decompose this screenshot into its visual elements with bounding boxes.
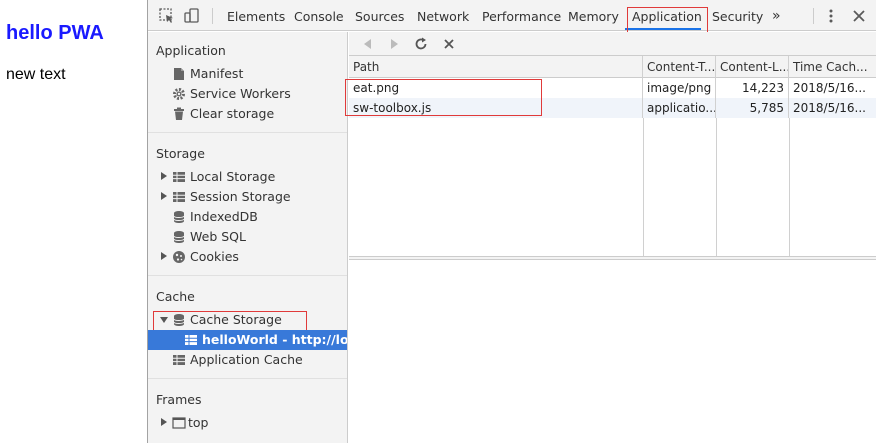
sidebar-item-label: Local Storage <box>190 169 276 184</box>
sidebar-item-label: Web SQL <box>190 229 246 244</box>
more-tabs-button[interactable]: » <box>772 0 781 31</box>
cell-content-length: 14,223 <box>716 78 789 98</box>
sidebar-item-label: Cookies <box>190 249 239 264</box>
sidebar-item-label: Service Workers <box>190 86 291 101</box>
sidebar-item-label: Manifest <box>190 66 244 81</box>
cached-files-annotation <box>345 79 542 116</box>
section-divider <box>148 378 347 379</box>
page-paragraph: new text <box>6 66 66 83</box>
devtools-panel: Elements Console Sources Network Perform… <box>147 0 876 443</box>
cell-content-length: 5,785 <box>716 98 789 118</box>
sidebar-item-service-workers[interactable]: Service Workers <box>148 84 347 104</box>
table-icon <box>184 333 198 347</box>
sidebar-item-label: IndexedDB <box>190 209 258 224</box>
expand-arrow-icon[interactable] <box>161 252 167 260</box>
application-tab-annotation <box>627 7 708 33</box>
sidebar-item-cookies[interactable]: Cookies <box>148 247 347 267</box>
expand-arrow-icon[interactable] <box>161 192 167 200</box>
expand-arrow-icon[interactable] <box>161 418 167 426</box>
sidebar-item-web-sql[interactable]: Web SQL <box>148 227 347 247</box>
sidebar-item-label: Session Storage <box>190 189 291 204</box>
cell-content-type: image/png <box>643 78 716 98</box>
delete-icon[interactable] <box>440 35 458 53</box>
device-toolbar-icon[interactable] <box>183 7 201 25</box>
section-title-storage: Storage <box>156 146 205 161</box>
cell-time-cached: 2018/5/16... <box>793 81 866 95</box>
sidebar-item-label: Application Cache <box>190 352 303 367</box>
entry-preview-pane <box>349 260 876 443</box>
refresh-icon[interactable] <box>412 35 430 53</box>
section-title-application: Application <box>156 43 226 58</box>
tab-security[interactable]: Security <box>712 0 763 31</box>
sidebar-item-local-storage[interactable]: Local Storage <box>148 167 347 187</box>
cache-entries-table: Path Content-T... Content-L... Time Cach… <box>345 56 876 312</box>
sidebar-item-label: Clear storage <box>190 106 275 121</box>
tab-memory[interactable]: Memory <box>568 0 619 31</box>
file-icon <box>172 67 186 81</box>
tab-sources[interactable]: Sources <box>355 0 404 31</box>
sidebar-item-session-storage[interactable]: Session Storage <box>148 187 347 207</box>
expand-arrow-icon[interactable] <box>161 172 167 180</box>
column-header-content-length[interactable]: Content-L... <box>716 56 789 78</box>
page-heading: hello PWA <box>6 22 104 44</box>
sidebar-item-clear-storage[interactable]: Clear storage <box>148 104 347 124</box>
table-header: Path Content-T... Content-L... Time Cach… <box>349 56 876 78</box>
customize-menu-icon[interactable] <box>822 7 840 25</box>
page-viewport: hello PWA new text <box>0 0 147 443</box>
column-header-time-cached[interactable]: Time Cach... <box>789 56 876 78</box>
sidebar-item-indexeddb[interactable]: IndexedDB <box>148 207 347 227</box>
table-icon <box>172 353 186 367</box>
cookie-icon <box>172 250 186 264</box>
section-title-cache: Cache <box>156 289 195 304</box>
cell-time-cached: 2018/5/16... <box>793 101 866 115</box>
tabbar-separator <box>212 8 213 24</box>
section-divider <box>148 275 347 276</box>
section-divider <box>148 132 347 133</box>
tab-console[interactable]: Console <box>294 0 344 31</box>
section-title-frames: Frames <box>156 392 202 407</box>
tab-performance[interactable]: Performance <box>482 0 561 31</box>
sidebar-item-application-cache[interactable]: Application Cache <box>148 350 347 370</box>
devtools-tabbar: Elements Console Sources Network Perform… <box>148 0 876 33</box>
sidebar-item-helloworld-cache[interactable]: helloWorld - http://localhost <box>148 330 347 350</box>
database-icon <box>172 230 186 244</box>
inspect-element-icon[interactable] <box>158 7 176 25</box>
column-header-path[interactable]: Path <box>349 56 643 78</box>
close-devtools-icon[interactable] <box>850 7 868 25</box>
application-sidebar: Application Manifest Service Workers Cle… <box>148 32 348 443</box>
sidebar-item-label: top <box>188 415 209 430</box>
cache-storage-annotation <box>153 311 307 331</box>
sidebar-item-manifest[interactable]: Manifest <box>148 64 347 84</box>
table-icon <box>172 190 186 204</box>
sidebar-item-label: helloWorld - http://localhost <box>202 332 347 347</box>
gear-icon <box>172 87 186 101</box>
tabbar-separator <box>813 8 814 24</box>
cell-content-type: applicatio... <box>643 98 716 118</box>
previous-page-icon[interactable] <box>359 35 377 53</box>
column-header-content-type[interactable]: Content-T... <box>643 56 716 78</box>
trash-icon <box>172 107 186 121</box>
next-page-icon[interactable] <box>385 35 403 53</box>
database-icon <box>172 210 186 224</box>
table-icon <box>172 170 186 184</box>
cache-toolbar <box>349 32 876 56</box>
tab-elements[interactable]: Elements <box>227 0 285 31</box>
sidebar-item-frame-top[interactable]: top <box>148 413 347 433</box>
tab-network[interactable]: Network <box>417 0 469 31</box>
frame-icon <box>172 416 186 430</box>
